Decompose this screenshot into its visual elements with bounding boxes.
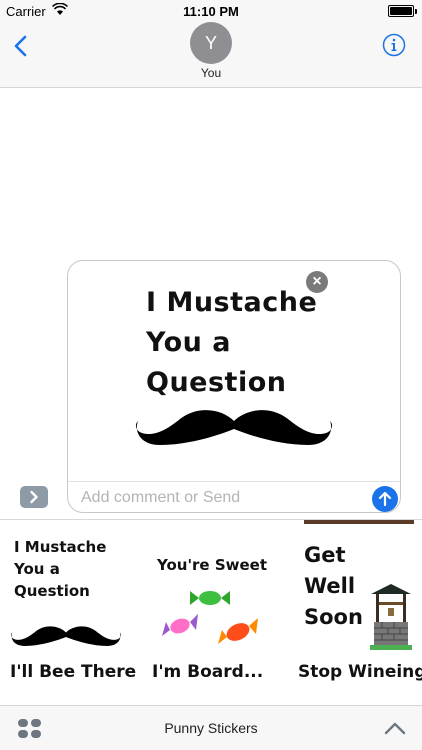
sticker-line: Question (146, 367, 287, 398)
battery-icon (388, 5, 417, 17)
app-bar: Punny Stickers (0, 705, 422, 750)
expand-apps-button[interactable] (20, 486, 48, 508)
status-time: 11:10 PM (183, 4, 239, 19)
sticker-line: You're Sweet (156, 556, 268, 574)
comment-input[interactable]: Add comment or Send (81, 489, 240, 507)
sticker-line: Question (14, 582, 90, 600)
well-graphic (370, 584, 412, 650)
staged-sticker[interactable]: I Mustache You a Question × (68, 261, 400, 481)
mustache-graphic (11, 626, 121, 646)
sticker-line: Get (304, 543, 346, 567)
status-bar: Carrier 11:10 PM (0, 0, 422, 22)
conversation-header: Y You (0, 22, 422, 88)
candy-graphic (162, 591, 258, 644)
sticker-caption: I Mustache You a Question (146, 283, 317, 403)
arrow-up-icon (378, 491, 392, 507)
send-button[interactable] (372, 486, 398, 512)
sticker-get-well-soon[interactable]: Get Well Soon (304, 520, 422, 658)
mustache-graphic (135, 410, 333, 445)
sticker-line: I Mustache (146, 287, 318, 318)
sticker-mustache[interactable]: I Mustache You a Question (11, 536, 134, 656)
comment-bar: Add comment or Send (68, 481, 400, 512)
close-icon: × (312, 273, 322, 290)
chevron-up-icon[interactable] (384, 720, 406, 736)
divider (304, 520, 414, 524)
sticker-ill-bee-there[interactable]: I'll Bee There (10, 662, 136, 682)
compose-card: I Mustache You a Question × Add comment … (67, 260, 401, 513)
sticker-line: You a (146, 327, 231, 358)
sticker-youre-sweet[interactable]: You're Sweet (152, 556, 272, 666)
back-icon[interactable] (10, 34, 34, 58)
sticker-browser: I Mustache You a Question You're Sweet G… (0, 519, 422, 705)
sticker-im-board[interactable]: I'm Board... (152, 662, 263, 682)
sticker-line: You a (14, 560, 60, 578)
info-icon[interactable] (382, 33, 406, 57)
app-title: Punny Stickers (164, 720, 258, 736)
remove-sticker-button[interactable]: × (306, 271, 328, 293)
chevron-right-icon (30, 490, 38, 504)
contact-avatar[interactable]: Y (190, 22, 232, 64)
sticker-stop-wineing[interactable]: Stop Wineing (298, 662, 422, 682)
contact-name[interactable]: You (0, 66, 422, 80)
sticker-line: I Mustache (14, 538, 107, 556)
